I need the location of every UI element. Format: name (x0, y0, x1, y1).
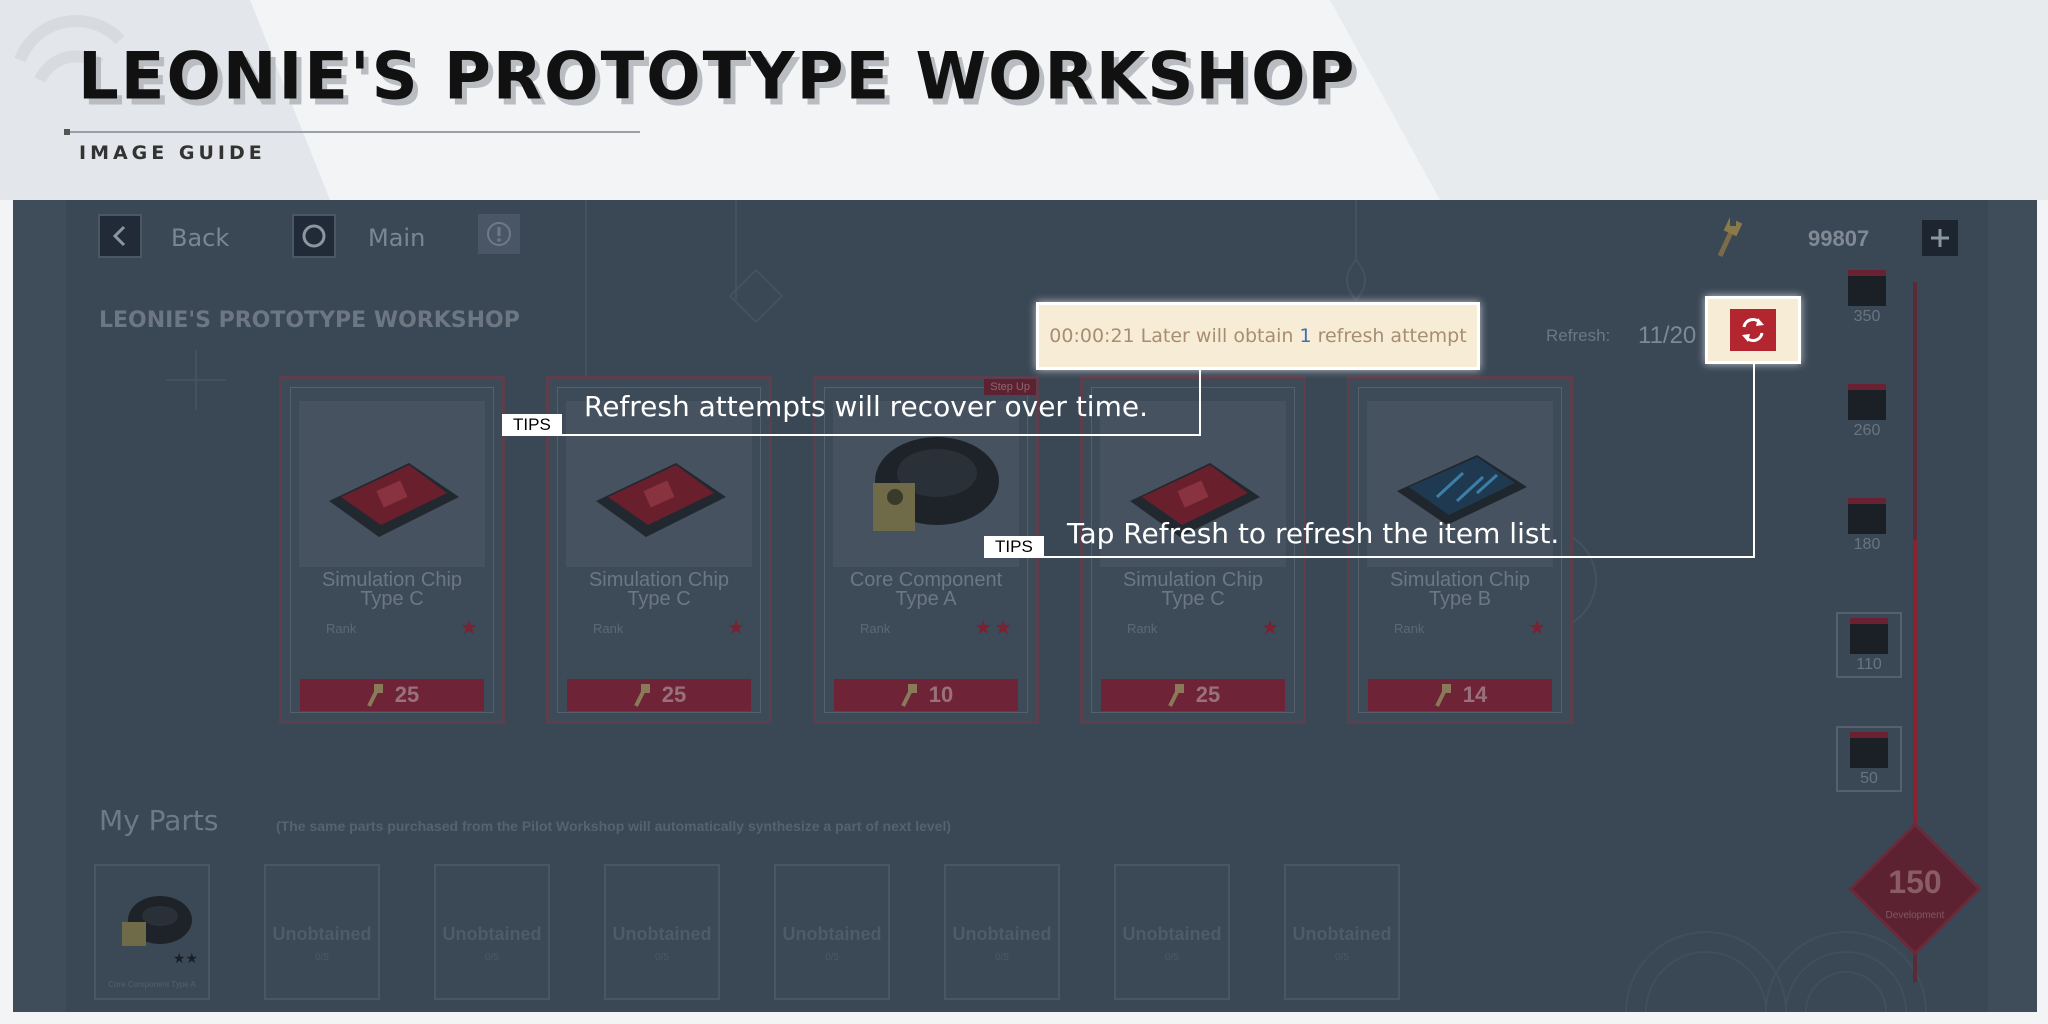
guide-subtitle: IMAGE GUIDE (79, 142, 266, 164)
timer-text-end: refresh attempt (1311, 325, 1467, 347)
part-slot-empty[interactable]: Unobtained 0/5 (1284, 864, 1400, 1000)
item-name: Simulation Chip Type C (1122, 569, 1264, 610)
item-name: Core Component Type A (849, 569, 1003, 610)
chevron-left-icon (112, 225, 126, 247)
guide-title: LEONIE'S PROTOTYPE WORKSHOP (78, 39, 1357, 115)
rank-label: Rank (326, 621, 357, 636)
rank-stars: ★ (460, 617, 480, 639)
reward-box-icon (1850, 618, 1888, 654)
rank-label: Rank (593, 621, 624, 636)
my-parts-note: (The same parts purchased from the Pilot… (276, 818, 952, 834)
refresh-count: 11/20 (1638, 322, 1697, 349)
part-slot-empty[interactable]: Unobtained 0/5 (604, 864, 720, 1000)
refresh-icon (1742, 318, 1764, 342)
tip-underline (984, 556, 1755, 558)
item-image (299, 401, 485, 567)
rank-label: Rank (1127, 621, 1158, 636)
reward-tier[interactable]: 260 (1836, 384, 1898, 440)
shop-card[interactable]: Simulation Chip Type B Rank ★ 14 (1347, 376, 1573, 724)
timer-number: 1 (1299, 325, 1312, 347)
info-button[interactable] (478, 214, 520, 254)
part-slot-empty[interactable]: Unobtained 0/5 (774, 864, 890, 1000)
buy-button[interactable]: 25 (1101, 679, 1285, 711)
title-underline (66, 131, 640, 133)
title-underline-marker (64, 129, 70, 135)
reward-box-icon (1848, 384, 1886, 420)
wrench-icon (1167, 684, 1184, 707)
tips-badge: TIPS (984, 536, 1044, 558)
currency-amount: 99807 (1808, 226, 1870, 251)
rank-stars: ★ (1261, 617, 1281, 639)
tip-text-tap-refresh: Tap Refresh to refresh the item list. (1067, 517, 1560, 550)
exclamation-icon (487, 222, 511, 246)
item-name: Simulation Chip Type B (1389, 569, 1531, 610)
workshop-title: LEONIE'S PROTOTYPE WORKSHOP (99, 308, 520, 333)
item-image (566, 401, 752, 567)
price-value: 25 (1195, 682, 1221, 707)
reward-box-icon (1850, 732, 1888, 768)
buy-button[interactable]: 10 (834, 679, 1018, 711)
item-name: Simulation Chip Type C (588, 569, 730, 610)
development-value: 150 (1888, 864, 1942, 900)
buy-button[interactable]: 25 (300, 679, 484, 711)
add-currency-button[interactable] (1922, 220, 1958, 256)
rank-stars: ★★ (974, 617, 1014, 639)
item-name: Simulation Chip Type C (321, 569, 463, 610)
back-label[interactable]: Back (171, 224, 229, 252)
buy-button[interactable]: 14 (1368, 679, 1552, 711)
reward-box-icon (1848, 498, 1886, 534)
main-label[interactable]: Main (368, 224, 425, 252)
development-label: Development (1885, 910, 1945, 921)
buy-button[interactable]: 25 (567, 679, 751, 711)
reward-tier[interactable]: 50 (1836, 726, 1902, 792)
refresh-button-highlight (1705, 296, 1801, 364)
timer-text: Later will obtain (1134, 325, 1300, 347)
refresh-button[interactable] (1730, 309, 1776, 351)
back-button[interactable] (98, 214, 142, 258)
wrench-icon (900, 684, 917, 707)
reward-tier[interactable]: 110 (1836, 612, 1902, 678)
chip-icon (329, 463, 459, 537)
plus-icon (1931, 229, 1949, 247)
timer-time: 00:00:21 (1049, 325, 1135, 347)
wrench-icon (633, 684, 650, 707)
part-slot-empty[interactable]: Unobtained 0/5 (434, 864, 550, 1000)
main-button[interactable] (292, 214, 336, 258)
reward-tier[interactable]: 180 (1836, 498, 1898, 554)
part-slot-empty[interactable]: Unobtained 0/5 (264, 864, 380, 1000)
shop-card[interactable]: Simulation Chip Type C Rank ★ 25 (1080, 376, 1306, 724)
wrench-icon (1434, 684, 1451, 707)
circle-icon (302, 224, 326, 248)
core-component-icon (122, 896, 192, 946)
shop-card[interactable]: Simulation Chip Type C Rank ★ 25 (279, 376, 505, 724)
chip-icon (596, 463, 726, 537)
part-slot-owned[interactable]: ★★ Core Component Type A (94, 864, 210, 1000)
tips-badge: TIPS (502, 414, 562, 436)
rank-label: Rank (860, 621, 891, 636)
part-name: Core Component Type A (108, 980, 196, 989)
tip-text-refresh-recover: Refresh attempts will recover over time. (584, 390, 1148, 423)
price-value: 10 (928, 682, 954, 707)
part-stars: ★★ (172, 950, 198, 966)
wrench-icon (366, 684, 383, 707)
price-value: 14 (1462, 682, 1488, 707)
rank-stars: ★ (1528, 617, 1548, 639)
part-slot-empty[interactable]: Unobtained 0/5 (944, 864, 1060, 1000)
my-parts-title: My Parts (99, 804, 219, 837)
refresh-label: Refresh: (1546, 326, 1611, 345)
reward-box-icon (1848, 270, 1886, 306)
tip-underline (502, 434, 1201, 436)
tip-connector (1753, 364, 1755, 558)
part-slot-empty[interactable]: Unobtained 0/5 (1114, 864, 1230, 1000)
shop-card[interactable]: Simulation Chip Type C Rank ★ 25 (546, 376, 772, 724)
rank-stars: ★ (727, 617, 747, 639)
reward-tier[interactable]: 350 (1836, 270, 1898, 326)
wrench-currency-icon (1717, 217, 1743, 258)
price-value: 25 (394, 682, 420, 707)
refresh-timer-highlight: 00:00:21 Later will obtain 1 refresh att… (1036, 302, 1480, 370)
tip-connector (1199, 370, 1201, 436)
price-value: 25 (661, 682, 687, 707)
rank-label: Rank (1394, 621, 1425, 636)
